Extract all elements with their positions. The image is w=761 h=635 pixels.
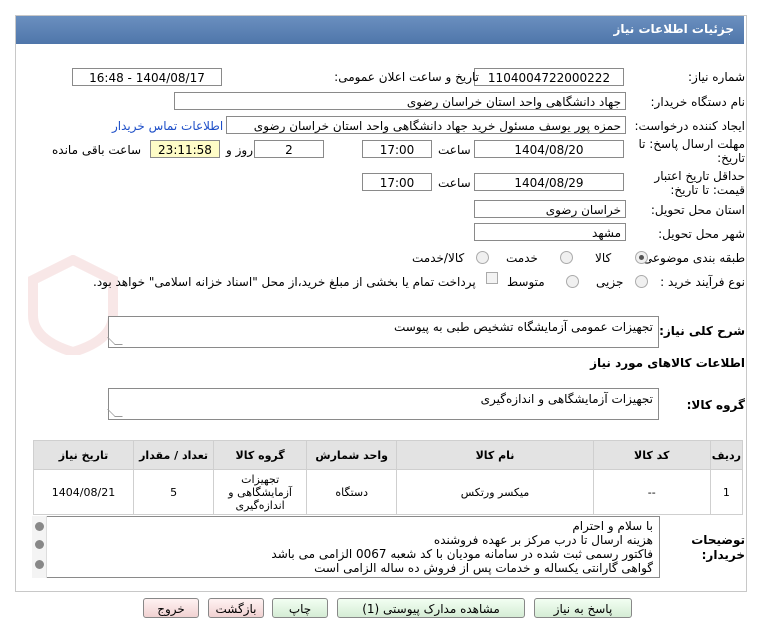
cell-code: -- [592, 469, 711, 515]
view-docs-button[interactable]: مشاهده مدارک پیوستی (1) [337, 598, 525, 618]
province-label: استان محل تحویل: [650, 203, 745, 217]
payment-note: پرداخت تمام یا بخشی از مبلغ خرید،از محل … [93, 275, 476, 289]
reply-button[interactable]: پاسخ به نیاز [534, 598, 632, 618]
scroll-down-icon[interactable] [35, 560, 44, 569]
table-row[interactable]: 1 -- میکسر ورتکس دستگاه تجهیزات آزمایشگا… [33, 469, 744, 515]
city-field: مشهد [474, 223, 626, 241]
category-radio-both[interactable] [476, 251, 489, 264]
scroll-thumb-icon[interactable] [35, 540, 44, 549]
exit-button[interactable]: خروج [143, 598, 199, 618]
category-radio-goods[interactable] [635, 251, 648, 264]
category-service-label: خدمت [506, 251, 538, 265]
summary-text: تجهیزات عمومی آزمایشگاه تشخیص طبی به پیو… [394, 320, 653, 334]
col-date-header: تاریخ نیاز [33, 440, 134, 470]
resize-handle-icon[interactable] [107, 337, 123, 345]
category-both-label: کالا/خدمت [412, 251, 465, 265]
col-group-header: گروه کالا [213, 440, 308, 470]
watermark-logo-icon [28, 255, 118, 355]
cell-qty: 5 [132, 469, 215, 515]
process-radio-minor[interactable] [635, 275, 648, 288]
send-deadline-time: 17:00 [362, 140, 432, 158]
back-button[interactable]: بازگشت [208, 598, 264, 618]
col-code-header: کد کالا [592, 440, 711, 470]
send-deadline-date: 1404/08/20 [474, 140, 624, 158]
treasury-checkbox[interactable] [486, 272, 498, 284]
page-title: جزئیات اطلاعات نیاز [613, 22, 734, 36]
validity-label: حداقل تاریخ اعتبار قیمت: تا تاریخ: [654, 169, 745, 197]
validity-time: 17:00 [362, 173, 432, 191]
announce-label: تاریخ و ساعت اعلان عمومی: [334, 70, 479, 84]
contact-buyer-link[interactable]: اطلاعات تماس خریدار [112, 119, 223, 133]
goods-section-title: اطلاعات کالاهای مورد نیاز [590, 356, 745, 370]
buyer-org-field: جهاد دانشگاهی واحد استان خراسان رضوی [174, 92, 626, 110]
panel-header: جزئیات اطلاعات نیاز [16, 16, 744, 44]
province-field: خراسان رضوی [474, 200, 626, 218]
remaining-label: ساعت باقی مانده [52, 143, 142, 157]
resize-handle-icon[interactable] [107, 409, 123, 417]
requester-field: حمزه پور یوسف مسئول خرید جهاد دانشگاهی و… [226, 116, 626, 134]
send-time-label: ساعت [438, 143, 471, 157]
goods-group-textarea[interactable]: تجهیزات آزمایشگاهی و اندازه‌گیری [107, 388, 659, 420]
col-unit-header: واحد شمارش [306, 440, 398, 470]
col-row-header: ردیف [709, 440, 744, 470]
table-header-row: ردیف کد کالا نام کالا واحد شمارش گروه کا… [33, 440, 744, 470]
requester-label: ایجاد کننده درخواست: [634, 119, 745, 133]
summary-label: شرح کلی نیاز: [659, 324, 745, 338]
scroll-up-icon[interactable] [35, 522, 44, 531]
category-goods-label: کالا [595, 251, 612, 265]
buyer-notes-textarea[interactable]: با سلام و احترام هزینه ارسال تا درب مرکز… [32, 516, 660, 578]
need-number-label: شماره نیاز: [688, 70, 745, 84]
summary-textarea[interactable]: تجهیزات عمومی آزمایشگاه تشخیص طبی به پیو… [107, 316, 659, 348]
process-radio-medium[interactable] [566, 275, 579, 288]
cell-group: تجهیزات آزمایشگاهی و اندازه‌گیری [213, 469, 308, 515]
goods-group-text: تجهیزات آزمایشگاهی و اندازه‌گیری [480, 392, 653, 406]
col-qty-header: تعداد / مقدار [132, 440, 215, 470]
cell-unit: دستگاه [306, 469, 398, 515]
send-deadline-label: مهلت ارسال پاسخ: تا تاریخ: [638, 137, 745, 165]
buyer-org-label: نام دستگاه خریدار: [650, 95, 746, 109]
announce-field: 1404/08/17 - 16:48 [72, 68, 222, 86]
goods-group-label: گروه کالا: [686, 398, 745, 412]
notes-scrollbar[interactable] [32, 516, 47, 578]
need-number-field: 1104004722000222 [474, 68, 624, 86]
cell-row: 1 [709, 469, 744, 515]
note-line: گواهی گارانتی یکساله و خدمات پس از فروش … [314, 561, 653, 575]
note-line: با سلام و احترام [572, 519, 653, 533]
print-button[interactable]: چاپ [272, 598, 328, 618]
days-field: 2 [254, 140, 324, 158]
category-label: طبقه بندی موضوعی: [638, 251, 745, 265]
process-medium-label: متوسط [507, 275, 545, 289]
remaining-time-field: 23:11:58 [150, 140, 220, 158]
process-minor-label: جزیی [596, 275, 624, 289]
cell-date: 1404/08/21 [33, 469, 134, 515]
note-line: هزینه ارسال تا درب مرکز بر عهده فروشنده [433, 533, 653, 547]
process-label: نوع فرآیند خرید : [660, 275, 745, 289]
validity-time-label: ساعت [438, 176, 471, 190]
days-label: روز و [226, 143, 253, 157]
cell-name: میکسر ورتکس [396, 469, 594, 515]
category-radio-service[interactable] [560, 251, 573, 264]
city-label: شهر محل تحویل: [658, 227, 745, 241]
note-line: فاکتور رسمی ثبت شده در سامانه مودیان با … [271, 547, 653, 561]
validity-date: 1404/08/29 [474, 173, 624, 191]
col-name-header: نام کالا [396, 440, 594, 470]
items-table: ردیف کد کالا نام کالا واحد شمارش گروه کا… [33, 440, 744, 515]
buyer-notes-label: توضیحات خریدار: [691, 533, 745, 562]
